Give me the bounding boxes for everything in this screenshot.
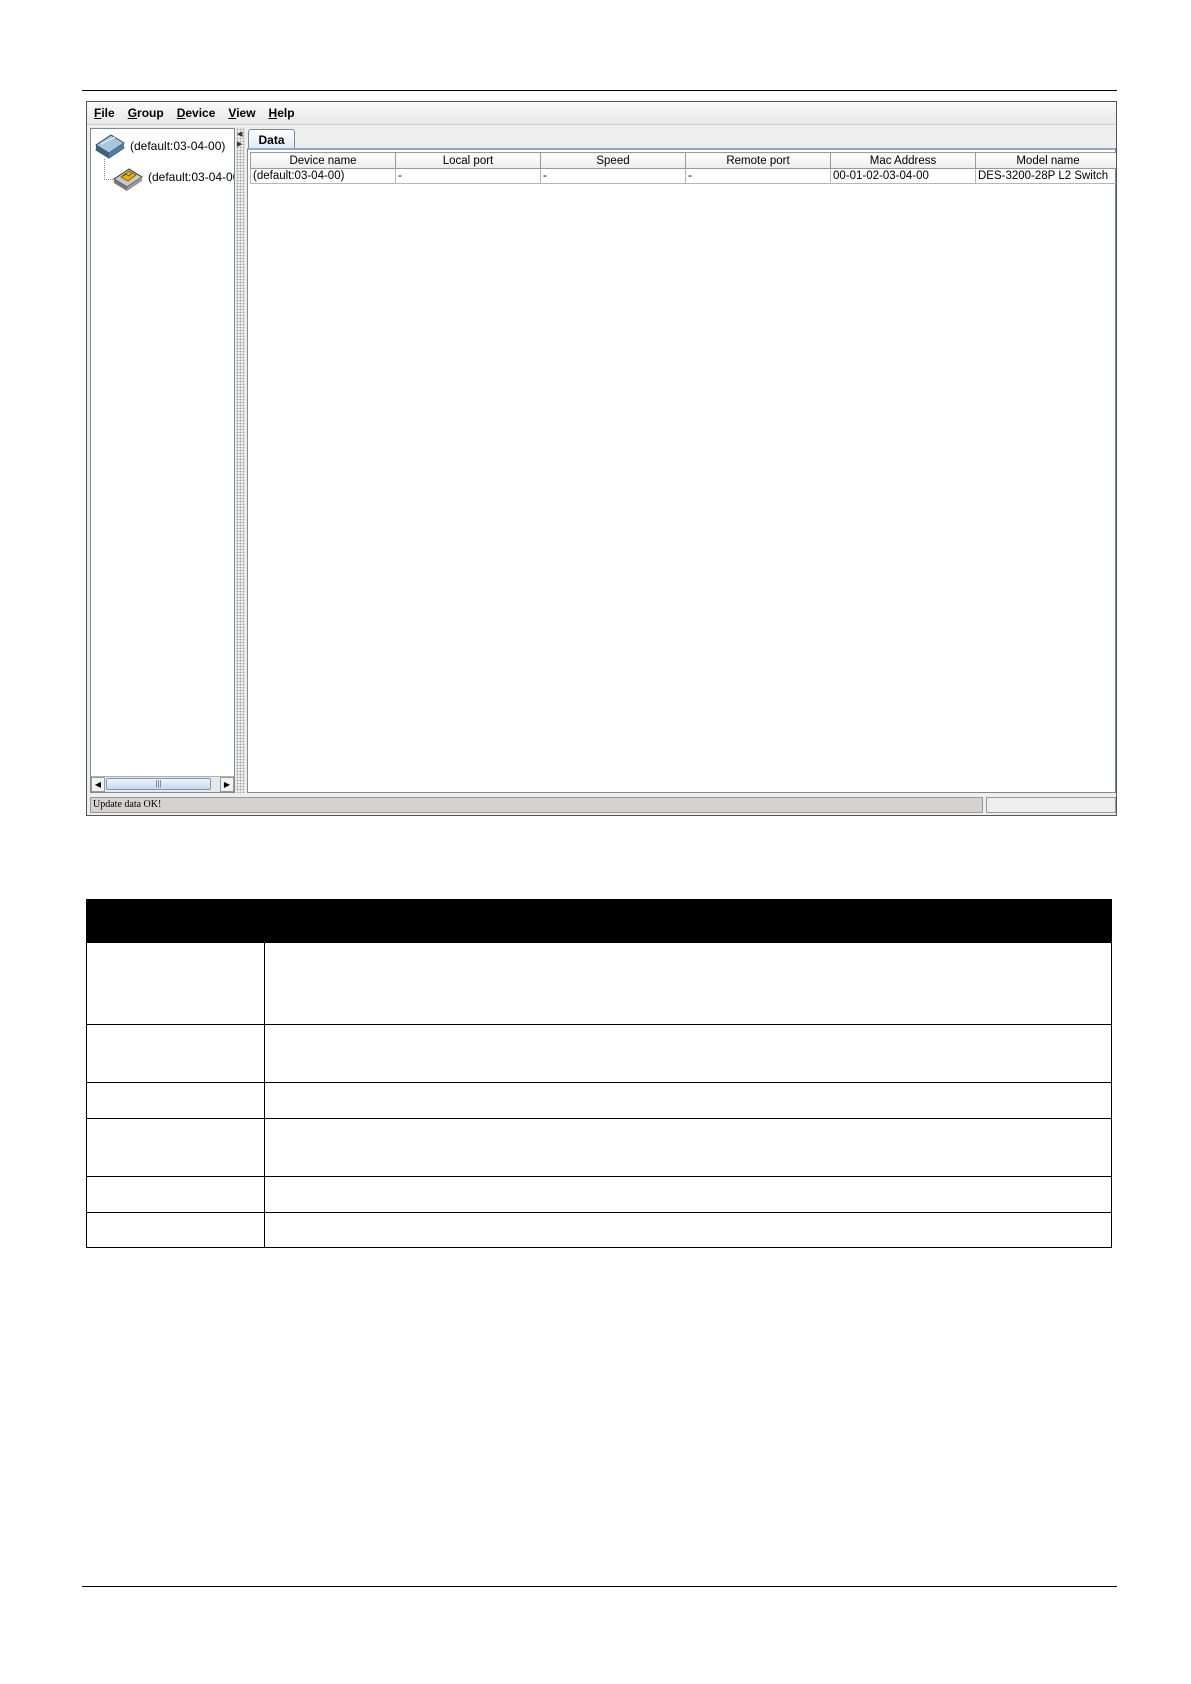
tree-horizontal-scrollbar[interactable]: ◀ ||| ▶ xyxy=(91,776,234,792)
statusbar: Update data OK! xyxy=(87,795,1116,815)
description-cell-parameter xyxy=(86,1118,265,1177)
menu-help[interactable]: Help xyxy=(269,106,295,120)
app-window: File Group Device View Help (default:03-… xyxy=(86,101,1117,816)
column-header-remote-port[interactable]: Remote port xyxy=(685,152,831,169)
tree-child-label: (default:03-04-00) xyxy=(148,170,235,184)
table-header-row: Device name Local port Speed Remote port… xyxy=(250,152,1116,169)
device-tree-panel: (default:03-04-00) (default:03-04-00) ◀ … xyxy=(90,128,235,793)
scroll-thumb[interactable]: ||| xyxy=(106,778,211,790)
tab-area: Data Device name Local port Speed Remote… xyxy=(247,128,1116,793)
cell-model-name: DES-3200-28P L2 Switch xyxy=(975,168,1116,184)
data-table-viewport: Device name Local port Speed Remote port… xyxy=(250,152,1116,792)
switch-device-icon xyxy=(113,168,143,191)
table-row xyxy=(86,1176,1112,1213)
table-row[interactable]: (default:03-04-00) - - - 00-01-02-03-04-… xyxy=(250,168,1116,184)
collapse-left-arrow-icon[interactable]: ◀ xyxy=(237,130,242,138)
tab-data[interactable]: Data xyxy=(248,129,295,149)
menu-device[interactable]: Device xyxy=(177,106,216,120)
description-header-description xyxy=(264,899,1112,943)
table-row xyxy=(86,1212,1112,1248)
column-header-speed[interactable]: Speed xyxy=(540,152,686,169)
table-row xyxy=(86,1118,1112,1177)
tree-root-label: (default:03-04-00) xyxy=(130,139,226,153)
description-cell-parameter xyxy=(86,1176,265,1213)
description-cell-description xyxy=(264,1082,1112,1119)
description-cell-description xyxy=(264,1118,1112,1177)
status-message: Update data OK! xyxy=(90,797,983,813)
page-top-rule xyxy=(82,90,1117,91)
cell-remote-port: - xyxy=(685,168,831,184)
description-cell-parameter xyxy=(86,1212,265,1248)
table-row xyxy=(86,1082,1112,1119)
menu-group[interactable]: Group xyxy=(128,106,164,120)
menubar: File Group Device View Help xyxy=(87,102,1116,125)
cell-mac-address: 00-01-02-03-04-00 xyxy=(830,168,976,184)
tree-node-device[interactable]: (default:03-04-00) xyxy=(111,162,235,192)
panel-splitter[interactable]: ◀ ▶ xyxy=(236,128,245,793)
expand-right-arrow-icon[interactable]: ▶ xyxy=(237,140,242,148)
column-header-mac-address[interactable]: Mac Address xyxy=(830,152,976,169)
description-cell-description xyxy=(264,1212,1112,1248)
description-cell-description xyxy=(264,1024,1112,1083)
description-table xyxy=(86,899,1112,1248)
description-cell-description xyxy=(264,1176,1112,1213)
device-data-table: Device name Local port Speed Remote port… xyxy=(250,152,1116,184)
cell-local-port: - xyxy=(395,168,541,184)
cell-device-name: (default:03-04-00) xyxy=(250,168,396,184)
description-table-header xyxy=(86,899,1112,943)
description-cell-description xyxy=(264,942,1112,1025)
table-row xyxy=(86,942,1112,1025)
cell-speed: - xyxy=(540,168,686,184)
tree-node-root[interactable]: (default:03-04-00) xyxy=(93,131,225,161)
column-header-device-name[interactable]: Device name xyxy=(250,152,396,169)
description-cell-parameter xyxy=(86,942,265,1025)
description-cell-parameter xyxy=(86,1082,265,1119)
group-stack-icon xyxy=(95,134,125,159)
description-cell-parameter xyxy=(86,1024,265,1083)
description-header-parameter xyxy=(86,899,265,943)
page-bottom-rule xyxy=(82,1586,1117,1587)
scroll-right-arrow-icon[interactable]: ▶ xyxy=(220,777,234,792)
scroll-left-arrow-icon[interactable]: ◀ xyxy=(91,777,105,792)
column-header-local-port[interactable]: Local port xyxy=(395,152,541,169)
menu-file[interactable]: File xyxy=(94,106,115,120)
tab-content-panel: Device name Local port Speed Remote port… xyxy=(247,148,1116,793)
table-row xyxy=(86,1024,1112,1083)
menu-view[interactable]: View xyxy=(228,106,255,120)
column-header-model-name[interactable]: Model name xyxy=(975,152,1116,169)
status-secondary-field xyxy=(986,797,1116,813)
